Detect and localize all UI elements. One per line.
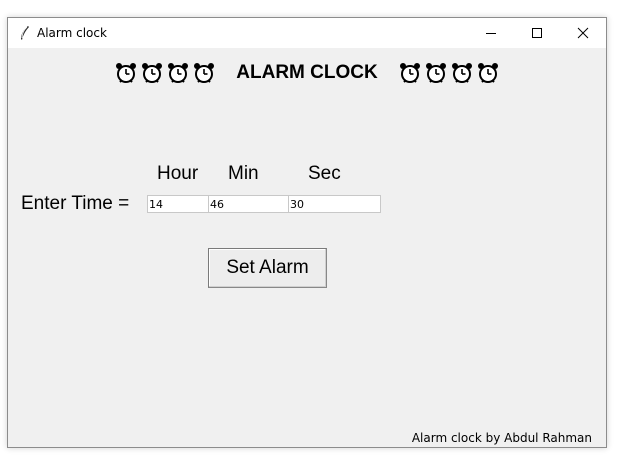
right-clock-icons xyxy=(397,62,501,84)
hour-label: Hour xyxy=(157,163,199,184)
close-icon xyxy=(577,27,589,39)
alarm-clock-icon xyxy=(168,63,188,83)
alarm-clock-icon xyxy=(426,63,446,83)
window-title: Alarm clock xyxy=(37,26,107,40)
sec-input[interactable] xyxy=(288,195,381,213)
app-window: Alarm clock ALARM CLOCK Hour Min Sec Ent… xyxy=(7,17,607,448)
feather-icon xyxy=(17,25,33,41)
footer-credit: Alarm clock by Abdul Rahman xyxy=(411,431,592,445)
alarm-clock-icon xyxy=(142,63,162,83)
alarm-clock-icon xyxy=(116,63,136,83)
heading-row: ALARM CLOCK xyxy=(8,62,606,84)
min-label: Min xyxy=(228,163,259,184)
alarm-clock-icon xyxy=(478,63,498,83)
sec-label: Sec xyxy=(308,163,341,184)
min-input[interactable] xyxy=(208,195,289,213)
left-clock-icons xyxy=(113,62,217,84)
title-bar[interactable]: Alarm clock xyxy=(8,18,606,48)
alarm-clock-icon xyxy=(452,63,472,83)
app-heading: ALARM CLOCK xyxy=(236,62,378,84)
maximize-icon xyxy=(532,28,542,38)
enter-time-label: Enter Time = xyxy=(21,193,130,214)
hour-input[interactable] xyxy=(147,195,209,213)
set-alarm-button[interactable]: Set Alarm xyxy=(208,248,327,288)
alarm-clock-icon xyxy=(194,63,214,83)
minimize-button[interactable] xyxy=(468,18,514,48)
close-button[interactable] xyxy=(560,18,606,48)
maximize-button[interactable] xyxy=(514,18,560,48)
alarm-clock-icon xyxy=(400,63,420,83)
minimize-icon xyxy=(486,33,496,34)
